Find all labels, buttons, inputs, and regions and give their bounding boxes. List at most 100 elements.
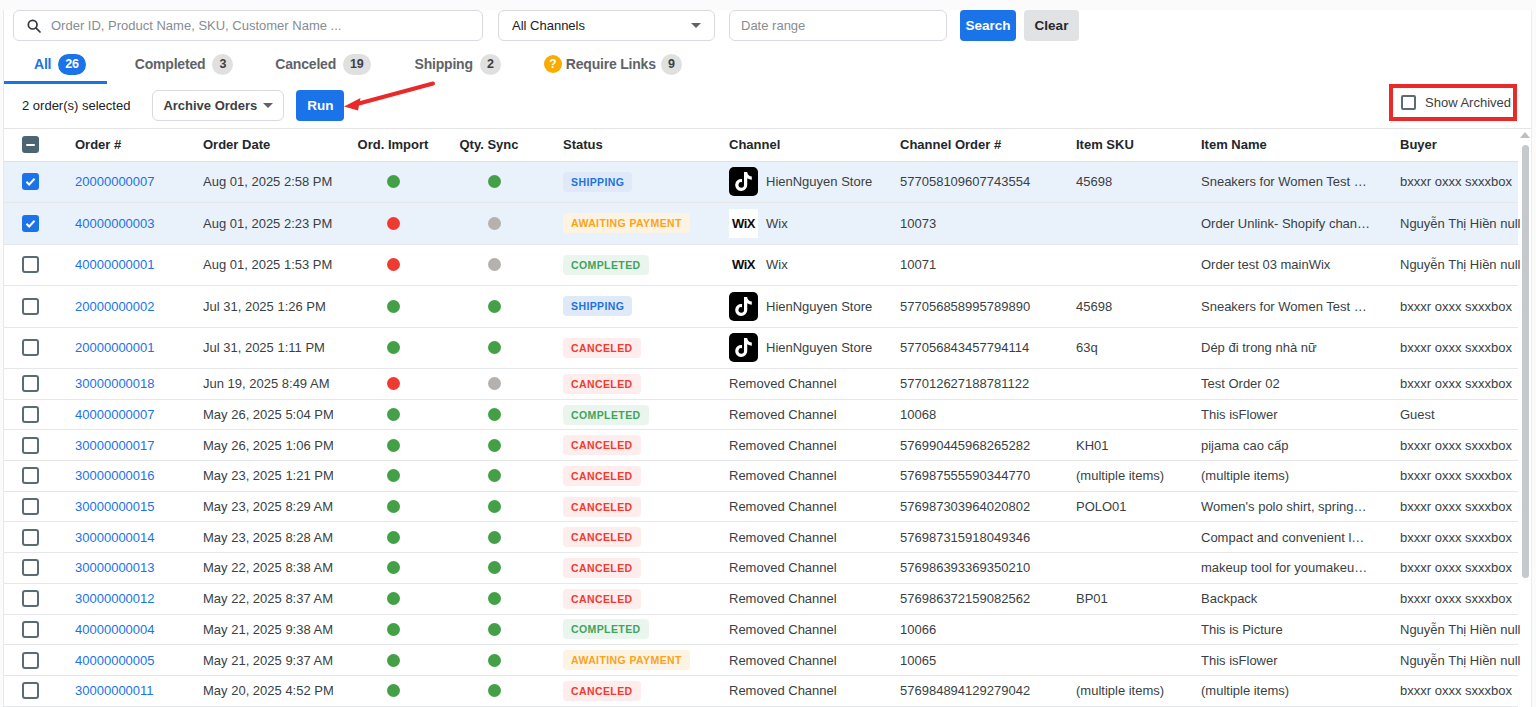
- ord-import-green-dot-icon: [387, 654, 400, 667]
- table-row: 30000000015May 23, 2025 8:29 AMCANCELEDR…: [4, 492, 1518, 523]
- status-badge: SHIPPING: [563, 296, 632, 316]
- item-sku-cell: BP01: [1076, 591, 1201, 606]
- tab-all[interactable]: All 26: [4, 48, 107, 84]
- row-checkbox[interactable]: [22, 590, 39, 607]
- order-number-link[interactable]: 40000000007: [75, 407, 155, 422]
- select-all-checkbox[interactable]: [22, 136, 39, 153]
- row-checkbox-cell: [4, 215, 75, 232]
- channel-name: Wix: [766, 257, 788, 272]
- tab-canceled[interactable]: Canceled 19: [245, 48, 384, 84]
- order-number-link[interactable]: 20000000001: [75, 340, 155, 355]
- item-name-cell: Sneakers for Women Test …: [1201, 174, 1400, 189]
- buyer-cell: bxxxr oxxx sxxxbox: [1400, 376, 1518, 391]
- tiktok-icon: [729, 292, 758, 321]
- order-number-link[interactable]: 30000000015: [75, 499, 155, 514]
- search-input[interactable]: [51, 18, 470, 33]
- row-checkbox[interactable]: [22, 467, 39, 484]
- row-checkbox-cell: [4, 298, 75, 315]
- channel-name: Removed Channel: [729, 530, 837, 545]
- status-cell: CANCELED: [525, 527, 729, 547]
- question-mark-icon: ?: [544, 55, 562, 73]
- tab-shipping[interactable]: Shipping 2: [385, 48, 532, 84]
- order-date-cell: May 23, 2025 8:29 AM: [203, 499, 333, 514]
- channel-select[interactable]: All Channels: [498, 10, 715, 41]
- ord-import-green-dot-icon: [387, 469, 400, 482]
- clear-button[interactable]: Clear: [1024, 10, 1079, 41]
- row-checkbox[interactable]: [22, 298, 39, 315]
- buyer-cell: bxxxr oxxx sxxxbox: [1400, 299, 1518, 314]
- ord-import-red-dot-icon: [387, 377, 400, 390]
- scroll-up-icon[interactable]: [1520, 132, 1530, 138]
- order-number-cell: 30000000017: [75, 438, 203, 453]
- order-number-link[interactable]: 30000000014: [75, 530, 155, 545]
- item-sku-cell: KH01: [1076, 438, 1201, 453]
- buyer-cell: bxxxr oxxx sxxxbox: [1400, 499, 1518, 514]
- qty-sync-cell: [453, 684, 525, 697]
- row-checkbox[interactable]: [22, 559, 39, 576]
- order-number-link[interactable]: 20000000007: [75, 174, 155, 189]
- order-number-link[interactable]: 40000000005: [75, 653, 155, 668]
- order-number-link[interactable]: 30000000012: [75, 591, 155, 606]
- date-range-input[interactable]: [729, 10, 947, 41]
- status-badge: CANCELED: [563, 681, 641, 701]
- scrollbar-thumb[interactable]: [1522, 145, 1529, 578]
- channel-name: HienNguyen Store: [766, 174, 872, 189]
- row-checkbox-cell: [4, 375, 75, 392]
- table-row: 30000000016May 23, 2025 1:21 PMCANCELEDR…: [4, 461, 1518, 492]
- show-archived-checkbox[interactable]: [1401, 95, 1416, 110]
- order-date-cell: Aug 01, 2025 2:23 PM: [203, 216, 333, 231]
- col-header-order-date: Order Date: [203, 137, 333, 152]
- tab-canceled-label: Canceled: [275, 56, 336, 72]
- row-checkbox[interactable]: [22, 256, 39, 273]
- status-badge: CANCELED: [563, 589, 641, 609]
- order-number-link[interactable]: 20000000002: [75, 299, 155, 314]
- ord-import-cell: [333, 592, 453, 605]
- status-cell: CANCELED: [525, 435, 729, 455]
- ord-import-cell: [333, 531, 453, 544]
- row-checkbox[interactable]: [22, 375, 39, 392]
- row-checkbox[interactable]: [22, 529, 39, 546]
- row-checkbox-cell: [4, 406, 75, 423]
- channel-name: Removed Channel: [729, 560, 837, 575]
- row-checkbox[interactable]: [22, 215, 39, 232]
- status-badge: CANCELED: [563, 374, 641, 394]
- channel-order-cell: 10071: [900, 257, 1076, 272]
- show-archived-highlight-box[interactable]: Show Archived: [1389, 84, 1517, 121]
- channel-name: Removed Channel: [729, 683, 837, 698]
- buyer-cell: Nguyễn Thị Hiền null: [1400, 216, 1520, 231]
- tab-require-links[interactable]: ? Require Links 9: [532, 48, 698, 84]
- row-checkbox[interactable]: [22, 406, 39, 423]
- order-number-link[interactable]: 30000000013: [75, 560, 155, 575]
- row-checkbox[interactable]: [22, 621, 39, 638]
- channel-order-cell: 576984894129279042: [900, 683, 1076, 698]
- order-number-link[interactable]: 40000000001: [75, 257, 155, 272]
- qty-sync-cell: [453, 439, 525, 452]
- archive-orders-dropdown[interactable]: Archive Orders: [152, 90, 284, 121]
- row-checkbox[interactable]: [22, 173, 39, 190]
- order-number-link[interactable]: 40000000003: [75, 216, 155, 231]
- channel-order-cell: 10068: [900, 407, 1076, 422]
- order-date-cell: Aug 01, 2025 2:58 PM: [203, 174, 333, 189]
- qty-sync-green-dot-icon: [488, 408, 501, 421]
- order-number-link[interactable]: 30000000016: [75, 468, 155, 483]
- run-button[interactable]: Run: [296, 90, 344, 121]
- row-checkbox[interactable]: [22, 682, 39, 699]
- row-checkbox[interactable]: [22, 652, 39, 669]
- ord-import-cell: [333, 623, 453, 636]
- order-date-cell: May 21, 2025 9:37 AM: [203, 653, 333, 668]
- table-scrollbar[interactable]: [1518, 129, 1532, 707]
- tab-all-count: 26: [58, 54, 86, 75]
- search-button[interactable]: Search: [960, 10, 1016, 41]
- row-checkbox[interactable]: [22, 339, 39, 356]
- order-number-link[interactable]: 30000000017: [75, 438, 155, 453]
- table-row: 30000000011May 20, 2025 4:52 PMCANCELEDR…: [4, 676, 1518, 707]
- tab-completed[interactable]: Completed 3: [107, 48, 246, 84]
- order-number-link[interactable]: 40000000004: [75, 622, 155, 637]
- order-number-cell: 40000000007: [75, 407, 203, 422]
- order-number-link[interactable]: 30000000011: [75, 683, 154, 698]
- order-number-link[interactable]: 30000000018: [75, 376, 155, 391]
- channel-order-cell: 577056843457794114: [900, 340, 1076, 355]
- row-checkbox[interactable]: [22, 498, 39, 515]
- row-checkbox[interactable]: [22, 437, 39, 454]
- status-cell: CANCELED: [525, 497, 729, 517]
